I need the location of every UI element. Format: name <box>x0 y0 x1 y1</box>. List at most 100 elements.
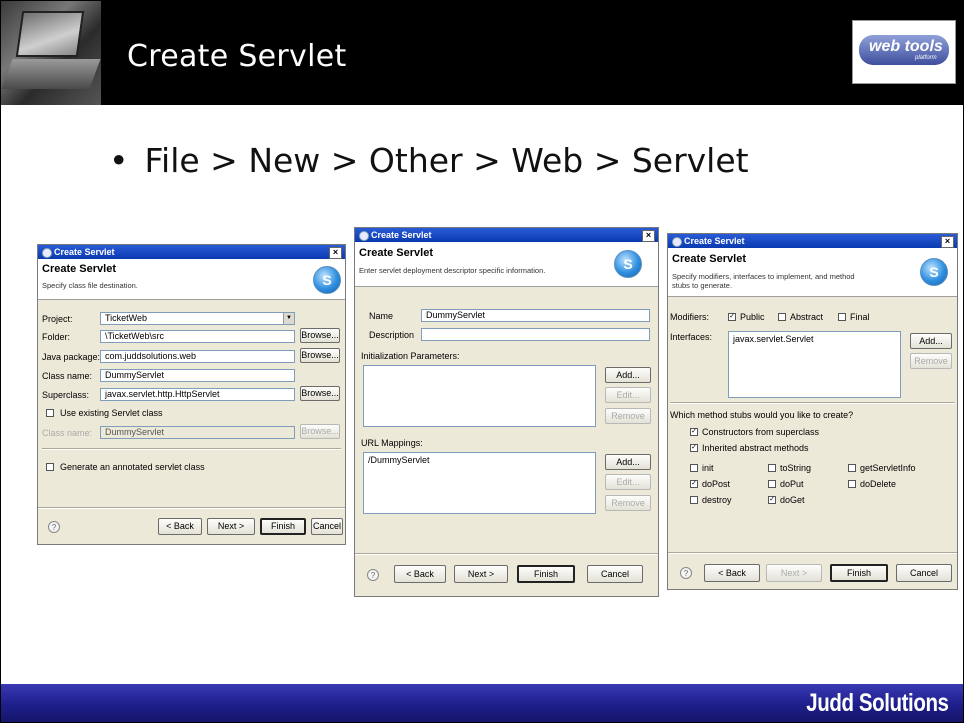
help-icon[interactable]: ? <box>367 569 379 581</box>
name-input[interactable]: DummyServlet <box>421 309 650 322</box>
destroy-label: destroy <box>702 495 732 505</box>
list-item[interactable]: /DummyServlet <box>368 455 591 465</box>
slide: Create Servlet web tools platform • File … <box>0 0 964 723</box>
init-remove-button: Remove <box>605 408 651 424</box>
init-checkbox[interactable] <box>690 464 698 472</box>
help-icon[interactable]: ? <box>680 567 692 579</box>
description-input[interactable] <box>421 328 650 341</box>
next-button[interactable]: Next > <box>454 565 508 583</box>
constructors-checkbox[interactable]: ✓ <box>690 428 698 436</box>
class-name-input[interactable]: DummyServlet <box>100 369 295 382</box>
doput-checkbox[interactable] <box>768 480 776 488</box>
use-existing-label: Use existing Servlet class <box>60 408 163 418</box>
close-icon[interactable]: × <box>329 247 342 259</box>
footer-separator <box>38 507 345 509</box>
chevron-down-icon[interactable]: ▼ <box>283 313 294 324</box>
cancel-button[interactable]: Cancel <box>311 518 343 535</box>
slide-title: Create Servlet <box>127 39 347 74</box>
url-mappings-label: URL Mappings: <box>361 438 423 448</box>
url-edit-button: Edit... <box>605 474 651 490</box>
existing-class-label: Class name: <box>42 428 93 438</box>
superclass-browse-button[interactable]: Browse... <box>300 386 340 401</box>
servlet-wizard-icon: S <box>614 250 642 278</box>
use-existing-checkbox[interactable] <box>46 409 54 417</box>
existing-class-input: DummyServlet <box>100 426 295 439</box>
eclipse-icon <box>359 231 369 241</box>
slide-header: Create Servlet web tools platform <box>1 1 964 105</box>
getservletinfo-checkbox[interactable] <box>848 464 856 472</box>
init-label: init <box>702 463 714 473</box>
name-label: Name <box>369 311 394 321</box>
constructors-label: Constructors from superclass <box>702 427 820 437</box>
dialog-header-desc-line2: stubs to generate. <box>672 281 733 290</box>
back-button[interactable]: < Back <box>394 565 446 583</box>
finish-button[interactable]: Finish <box>517 565 575 583</box>
judd-solutions-logo: Judd Solutions <box>806 689 950 717</box>
back-button[interactable]: < Back <box>158 518 202 535</box>
dialog-window-title: Create Servlet <box>371 230 432 240</box>
next-button[interactable]: Next > <box>207 518 255 535</box>
finish-button[interactable]: Finish <box>260 518 306 535</box>
dialog-header-title: Create Servlet <box>359 247 433 259</box>
stubs-question: Which method stubs would you like to cre… <box>670 410 854 420</box>
dialog-window-title: Create Servlet <box>684 236 745 246</box>
superclass-input[interactable]: javax.servlet.http.HttpServlet <box>100 388 295 401</box>
dialog-titlebar[interactable]: Create Servlet × <box>355 228 658 242</box>
dopost-checkbox[interactable]: ✓ <box>690 480 698 488</box>
superclass-label: Superclass: <box>42 390 90 400</box>
generate-annotated-checkbox[interactable] <box>46 463 54 471</box>
existing-browse-button: Browse... <box>300 424 340 439</box>
cancel-button[interactable]: Cancel <box>896 564 952 582</box>
url-mappings-list[interactable]: /DummyServlet <box>363 452 596 514</box>
dodelete-checkbox[interactable] <box>848 480 856 488</box>
description-label: Description <box>369 330 415 340</box>
doput-label: doPut <box>780 479 804 489</box>
init-params-table[interactable] <box>363 365 596 427</box>
interfaces-label: Interfaces: <box>670 332 713 342</box>
bullet-text: File > New > Other > Web > Servlet <box>144 141 749 180</box>
cancel-button[interactable]: Cancel <box>587 565 643 583</box>
inherited-label: Inherited abstract methods <box>702 443 809 453</box>
folder-browse-button[interactable]: Browse... <box>300 328 340 343</box>
dialog-header: Create Servlet Specify modifiers, interf… <box>668 248 957 297</box>
class-name-label: Class name: <box>42 371 93 381</box>
tostring-checkbox[interactable] <box>768 464 776 472</box>
interfaces-list[interactable]: javax.servlet.Servlet <box>728 331 901 398</box>
close-icon[interactable]: × <box>941 236 954 248</box>
list-item[interactable]: javax.servlet.Servlet <box>733 334 896 344</box>
java-package-input[interactable]: com.juddsolutions.web <box>100 350 295 363</box>
dialog-titlebar[interactable]: Create Servlet × <box>38 245 345 259</box>
init-add-button[interactable]: Add... <box>605 367 651 383</box>
dialog-window-title: Create Servlet <box>54 247 115 257</box>
package-browse-button[interactable]: Browse... <box>300 348 340 363</box>
dialog-header-desc-line1: Specify modifiers, interfaces to impleme… <box>672 272 855 281</box>
bullet-menu-path: • File > New > Other > Web > Servlet <box>109 141 749 180</box>
footer-separator <box>668 552 957 554</box>
create-servlet-dialog-1: Create Servlet × Create Servlet Specify … <box>37 244 346 545</box>
destroy-checkbox[interactable] <box>690 496 698 504</box>
url-add-button[interactable]: Add... <box>605 454 651 470</box>
doget-checkbox[interactable]: ✓ <box>768 496 776 504</box>
help-icon[interactable]: ? <box>48 521 60 533</box>
abstract-checkbox[interactable] <box>778 313 786 321</box>
back-button[interactable]: < Back <box>704 564 760 582</box>
laptop-image <box>1 1 101 105</box>
eclipse-icon <box>42 248 52 258</box>
folder-label: Folder: <box>42 332 71 342</box>
project-combo[interactable]: TicketWeb ▼ <box>100 312 295 325</box>
dodelete-label: doDelete <box>860 479 897 489</box>
close-icon[interactable]: × <box>642 230 655 242</box>
folder-input[interactable]: \TicketWeb\src <box>100 330 295 343</box>
public-checkbox[interactable]: ✓ <box>728 313 736 321</box>
init-edit-button: Edit... <box>605 387 651 403</box>
inherited-checkbox[interactable]: ✓ <box>690 444 698 452</box>
final-checkbox[interactable] <box>838 313 846 321</box>
servlet-wizard-icon: S <box>920 258 948 286</box>
final-label: Final <box>850 312 870 322</box>
finish-button[interactable]: Finish <box>830 564 888 582</box>
interfaces-add-button[interactable]: Add... <box>910 333 952 349</box>
create-servlet-dialog-2: Create Servlet × Create Servlet Enter se… <box>354 227 659 597</box>
eclipse-icon <box>672 237 682 247</box>
next-button: Next > <box>766 564 822 582</box>
dialog-titlebar[interactable]: Create Servlet × <box>668 234 957 248</box>
